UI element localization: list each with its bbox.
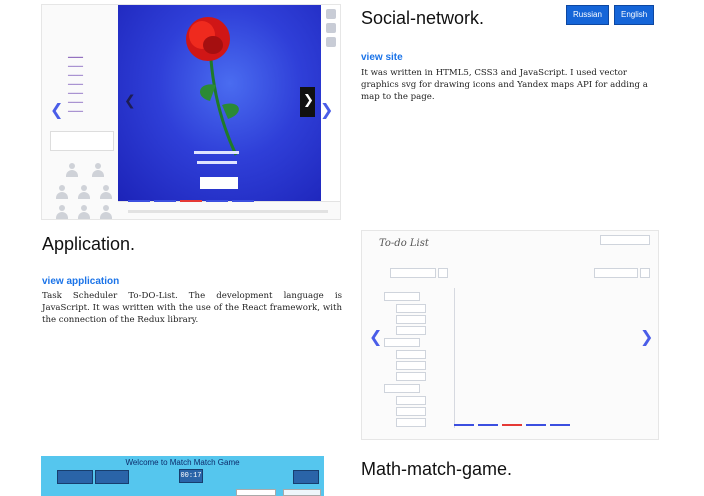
nav-line: ━━━━━ [68, 100, 84, 106]
avatar [78, 205, 90, 219]
avatar [56, 185, 68, 199]
carousel-prev-button[interactable]: ❮ [369, 327, 382, 346]
view-application-link[interactable]: view application [42, 276, 119, 287]
carousel-next-button[interactable]: ❯ [320, 100, 333, 119]
nav-line: ━━━━━ [68, 109, 84, 115]
russian-language-button[interactable]: Russian [566, 5, 609, 25]
match-game-screenshot: Welcome to Match Match Game 00:17 [41, 456, 324, 496]
nav-line: ━━━━━ [68, 73, 84, 79]
avatar [100, 185, 112, 199]
todo-list-screenshot: To-do List [361, 230, 659, 440]
nav-line: ━━━━━ [68, 64, 84, 70]
avatar [78, 185, 90, 199]
rose-hero-image: ❮ ❯ [118, 5, 321, 201]
view-site-link[interactable]: view site [361, 52, 403, 63]
project-description: Task Scheduler To-DO-List. The developme… [42, 291, 342, 325]
project-title: Application. [42, 234, 136, 254]
game-button [57, 470, 93, 484]
avatar [66, 163, 78, 177]
game-button [293, 470, 319, 484]
project-title: Math-match-game. [361, 459, 513, 479]
game-timer: 00:17 [179, 469, 203, 483]
rose-icon [186, 17, 239, 189]
nav-line: ━━━━━ [68, 91, 84, 97]
nav-line: ━━━━━ [68, 55, 84, 61]
search-field-preview [600, 235, 650, 245]
carousel-next-button[interactable]: ❯ [640, 327, 653, 346]
avatar [100, 205, 112, 219]
avatar [92, 163, 104, 177]
english-language-button[interactable]: English [614, 5, 655, 25]
project-description: It was written in HTML5, CSS3 and JavaSc… [361, 68, 648, 102]
chat-box-preview [50, 131, 114, 151]
category-row [384, 338, 420, 347]
game-button [95, 470, 129, 484]
nav-line: ━━━━━ [68, 82, 84, 88]
carousel-next-dark[interactable]: ❯ [300, 87, 315, 117]
social-network-screenshot: ━━━━━ ━━━━━ ━━━━━ ━━━━━ ━━━━━ ━━━━━ ━━━━… [41, 4, 341, 220]
category-row [384, 292, 420, 301]
game-title: Welcome to Match Match Game [125, 458, 240, 467]
player-bar-preview [118, 200, 340, 219]
project-title: Social-network. [361, 8, 485, 28]
avatar [56, 205, 68, 219]
carousel-prev-dark[interactable]: ❮ [124, 93, 138, 115]
carousel-prev-button[interactable]: ❮ [50, 100, 63, 119]
todo-app-title: To-do List [379, 238, 429, 249]
category-row [384, 384, 420, 393]
